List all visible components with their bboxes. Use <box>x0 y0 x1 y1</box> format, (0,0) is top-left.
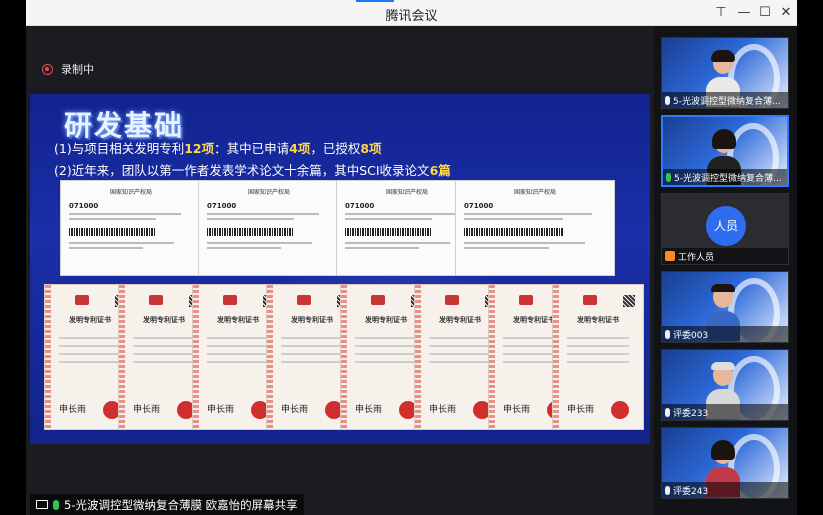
certificate-signature: 申长雨 <box>59 405 87 415</box>
bullet1-n1: 12项 <box>184 141 215 156</box>
patent-certificate-row: 发明专利证书 申长雨 发明专利证书 申长雨 发明专利证书 申长雨 发明专利证书 申长雨 … <box>44 284 644 430</box>
bullet1-prefix: (1)与项目相关发明专利 <box>54 141 185 156</box>
participant-name: 评委243 <box>673 486 709 497</box>
participant-name: 评委003 <box>673 330 709 341</box>
participant-tile[interactable]: 人员 工作人员 <box>661 193 789 265</box>
notice-header: 国家知识产权局 <box>513 189 556 196</box>
participant-tile[interactable]: 5-光波调控型微纳复合薄... <box>661 37 789 109</box>
patent-certificate: 发明专利证书申长雨 <box>552 284 644 430</box>
patent-notice: 国家知识产权局 071000 <box>60 180 202 276</box>
seal-icon <box>611 401 629 419</box>
title-bar: 腾讯会议 ⊤ — ☐ ✕ <box>26 0 797 26</box>
shared-screen-stage: 录制中 研发基础 (1)与项目相关发明专利12项：其中已申请4项，已授权8项 (… <box>26 26 654 515</box>
barcode-icon <box>207 228 294 236</box>
screen-share-label: 5-光波调控型微纳复合薄膜 欧嘉怡的屏幕共享 <box>30 494 304 515</box>
monitor-icon <box>36 500 48 509</box>
minimize-button[interactable]: — <box>734 3 754 23</box>
patent-logo-icon <box>75 295 89 305</box>
notice-number: 071000 <box>207 202 237 210</box>
close-button[interactable]: ✕ <box>776 3 796 23</box>
barcode-icon <box>345 228 432 236</box>
microphone-icon <box>666 172 671 182</box>
share-text: 5-光波调控型微纳复合薄膜 欧嘉怡的屏幕共享 <box>64 497 298 512</box>
bullet2-n1: 6篇 <box>429 163 451 178</box>
bullet1-n3: 8项 <box>360 141 382 156</box>
certificate-signature: 申长雨 <box>281 405 309 415</box>
notice-number: 071000 <box>464 202 494 210</box>
participant-name: 5-光波调控型微纳复合薄... <box>674 173 782 184</box>
window-title: 腾讯会议 <box>385 9 438 24</box>
pin-icon[interactable]: ⊤ <box>711 3 731 23</box>
title-accent <box>356 0 394 2</box>
participant-name: 评委233 <box>673 408 709 419</box>
patent-notice: 国家知识产权局 071000 <box>198 180 340 276</box>
shared-slide: 研发基础 (1)与项目相关发明专利12项：其中已申请4项，已授权8项 (2)近年… <box>30 94 650 444</box>
recording-label: 录制中 <box>61 63 94 76</box>
meeting-window: 腾讯会议 ⊤ — ☐ ✕ 录制中 研发基础 (1)与项目相关发明专利12项：其中… <box>26 0 797 515</box>
patent-notice: 国家知识产权局 071000 <box>455 180 615 276</box>
participant-sidebar: 5-光波调控型微纳复合薄... 5-光波调控型微纳复合薄... 人员 工作人员 … <box>654 26 797 515</box>
notice-header: 国家知识产权局 <box>247 189 290 196</box>
certificate-signature: 申长雨 <box>207 405 235 415</box>
certificate-title: 发明专利证书 <box>577 316 619 324</box>
barcode-icon <box>69 228 156 236</box>
certificate-signature: 申长雨 <box>503 405 531 415</box>
certificate-signature: 申长雨 <box>429 405 457 415</box>
barcode-icon <box>464 228 564 236</box>
microphone-icon <box>665 95 670 105</box>
record-icon <box>42 63 53 75</box>
participant-tile[interactable]: 评委233 <box>661 349 789 421</box>
avatar: 人员 <box>706 206 746 246</box>
patent-logo-icon <box>149 295 163 305</box>
patent-logo-icon <box>297 295 311 305</box>
bullet2-prefix: (2)近年来，团队以第一作者发表学术论文十余篇，其中SCI收录论文 <box>54 163 430 178</box>
certificate-signature: 申长雨 <box>567 405 595 415</box>
notice-number: 071000 <box>69 202 99 210</box>
participant-name: 5-光波调控型微纳复合薄... <box>673 96 781 107</box>
notice-header: 国家知识产权局 <box>109 189 152 196</box>
microphone-icon <box>53 499 59 510</box>
maximize-button[interactable]: ☐ <box>755 3 775 23</box>
slide-bullet-1: (1)与项目相关发明专利12项：其中已申请4项，已授权8项 <box>54 138 382 157</box>
patent-logo-icon <box>519 295 533 305</box>
patent-logo-icon <box>583 295 597 305</box>
patent-logo-icon <box>445 295 459 305</box>
bullet1-mid2: ，已授权 <box>310 141 361 156</box>
qr-code-icon <box>623 295 635 307</box>
staff-icon <box>665 251 675 261</box>
microphone-icon <box>665 485 670 495</box>
participant-tile[interactable]: 5-光波调控型微纳复合薄... <box>661 115 789 187</box>
notice-header: 国家知识产权局 <box>385 189 428 196</box>
microphone-icon <box>665 329 670 339</box>
bullet1-mid1: ：其中已申请 <box>214 141 290 156</box>
participant-tile[interactable]: 评委003 <box>661 271 789 343</box>
patent-notice-row: 国家知识产权局 071000 国家知识产权局 071000 国家知识产权局 07… <box>60 180 615 276</box>
microphone-icon <box>665 407 670 417</box>
recording-indicator[interactable]: 录制中 <box>42 61 94 77</box>
certificate-signature: 申长雨 <box>133 405 161 415</box>
notice-number: 071000 <box>345 202 375 210</box>
participant-name: 工作人员 <box>678 252 715 263</box>
slide-bullet-2: (2)近年来，团队以第一作者发表学术论文十余篇，其中SCI收录论文6篇 <box>54 160 451 179</box>
participant-tile[interactable]: 评委243 <box>661 427 789 499</box>
certificate-signature: 申长雨 <box>355 405 383 415</box>
patent-logo-icon <box>223 295 237 305</box>
patent-logo-icon <box>371 295 385 305</box>
bullet1-n2: 4项 <box>289 141 311 156</box>
